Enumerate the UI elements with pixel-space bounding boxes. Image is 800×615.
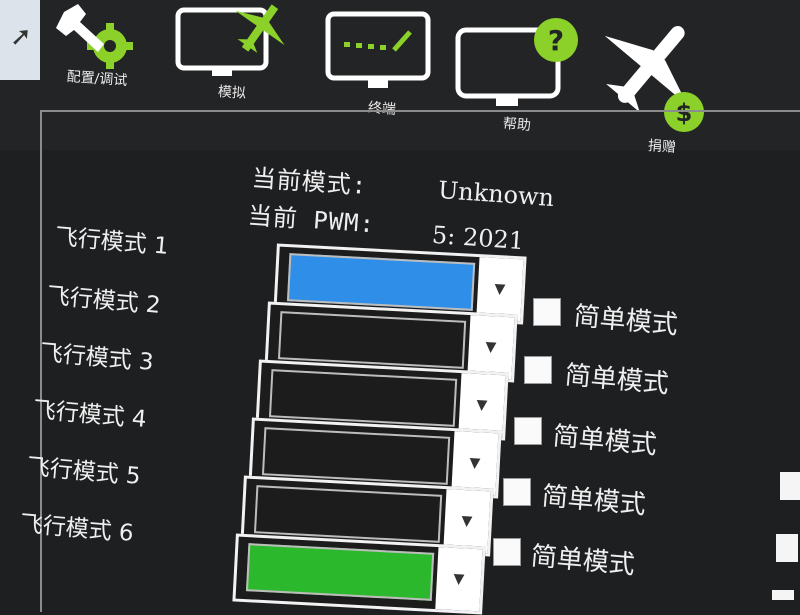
terminal-icon xyxy=(325,11,431,88)
simple-mode-checkbox-2[interactable] xyxy=(533,298,561,326)
chevron-down-icon[interactable]: ▼ xyxy=(443,489,491,554)
simple-mode-checkbox-6[interactable] xyxy=(493,538,521,566)
edge-checkbox[interactable] xyxy=(780,472,800,500)
simple-mode-checkbox-5[interactable] xyxy=(503,478,531,506)
select-highlight xyxy=(286,253,476,311)
select-value-box xyxy=(261,427,451,485)
chevron-down-icon[interactable]: ▼ xyxy=(451,431,499,496)
desktop-edge: ➚ xyxy=(0,0,40,80)
select-highlight xyxy=(245,543,435,601)
flight-mode-6-select[interactable]: ▼ xyxy=(232,533,486,615)
svg-text:?: ? xyxy=(548,24,564,57)
chevron-down-icon[interactable]: ▼ xyxy=(476,257,524,322)
mouse-cursor-icon: ➚ xyxy=(10,22,32,52)
simple-mode-checkbox-3[interactable] xyxy=(524,356,552,384)
select-value-box xyxy=(253,485,443,543)
chevron-down-icon[interactable]: ▼ xyxy=(467,315,515,380)
toolbar-terminal[interactable]: 终端 xyxy=(322,0,442,120)
edge-checkbox[interactable] xyxy=(776,534,798,562)
edge-checkbox[interactable] xyxy=(772,590,794,600)
monitor-plane-icon xyxy=(175,4,285,76)
toolbar-config-tuning[interactable]: 配置/调试 xyxy=(52,0,142,100)
simple-mode-checkbox-4[interactable] xyxy=(514,417,542,445)
select-value-box xyxy=(268,369,458,427)
toolbar-simulation[interactable]: 模拟 xyxy=(172,0,292,110)
select-value-box xyxy=(277,311,467,369)
chevron-down-icon[interactable]: ▼ xyxy=(435,547,483,612)
wrench-gear-icon xyxy=(56,4,133,69)
help-monitor-icon: ? xyxy=(455,18,578,106)
